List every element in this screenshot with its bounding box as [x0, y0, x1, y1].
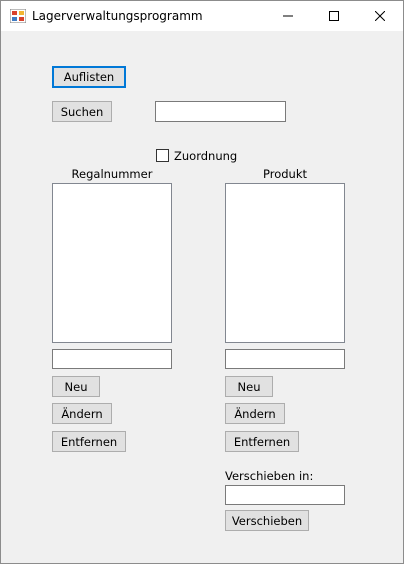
app-window: Lagerverwaltungsprogramm Auflisten Suche…	[0, 0, 404, 564]
shelf-number-input[interactable]	[52, 349, 172, 369]
shelf-number-listbox[interactable]	[52, 183, 172, 343]
product-edit-button[interactable]: Ändern	[225, 403, 285, 424]
shelf-number-header: Regalnummer	[71, 167, 153, 181]
list-button[interactable]: Auflisten	[52, 66, 126, 88]
product-new-button[interactable]: Neu	[225, 376, 273, 397]
move-to-label: Verschieben in:	[225, 469, 314, 483]
close-button[interactable]	[357, 1, 403, 31]
close-icon	[375, 11, 385, 21]
search-input[interactable]	[155, 101, 286, 122]
assignment-checkbox-label[interactable]: Zuordnung	[174, 149, 237, 163]
search-button[interactable]: Suchen	[52, 101, 112, 122]
maximize-icon	[329, 11, 339, 21]
app-icon	[10, 9, 26, 23]
window-title: Lagerverwaltungsprogramm	[32, 9, 203, 23]
shelf-new-button[interactable]: Neu	[52, 376, 100, 397]
shelf-remove-button[interactable]: Entfernen	[52, 431, 126, 452]
move-to-input[interactable]	[225, 485, 345, 505]
minimize-icon	[283, 15, 293, 17]
minimize-button[interactable]	[265, 1, 311, 31]
product-remove-button[interactable]: Entfernen	[225, 431, 299, 452]
maximize-button[interactable]	[311, 1, 357, 31]
product-listbox[interactable]	[225, 183, 345, 343]
title-bar[interactable]: Lagerverwaltungsprogramm	[1, 1, 403, 31]
move-button[interactable]: Verschieben	[225, 510, 309, 531]
product-header: Produkt	[262, 167, 307, 181]
product-input[interactable]	[225, 349, 345, 369]
shelf-edit-button[interactable]: Ändern	[52, 403, 112, 424]
assignment-checkbox[interactable]	[156, 149, 169, 162]
